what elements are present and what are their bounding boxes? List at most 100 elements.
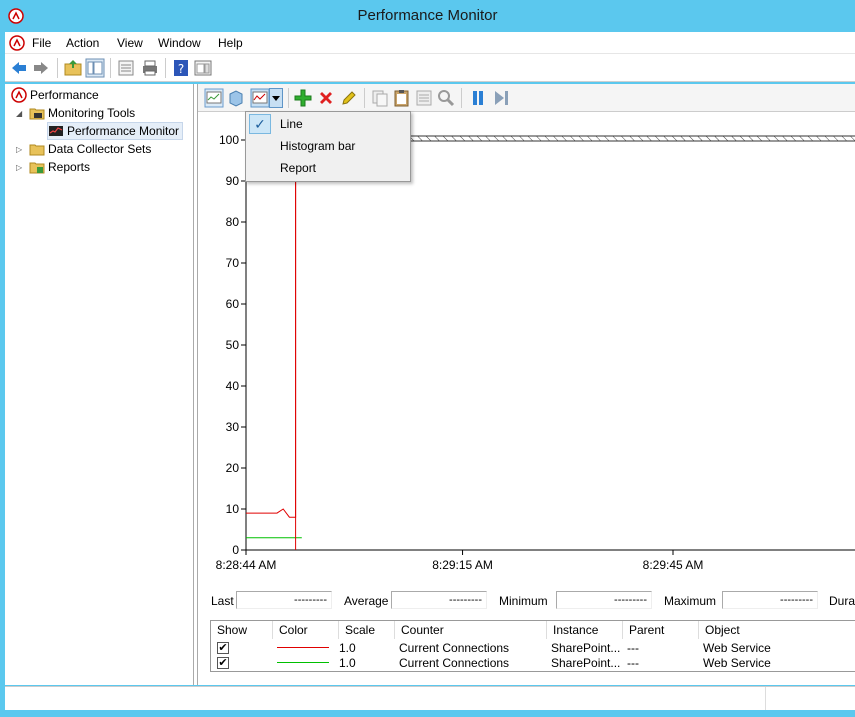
paste-counter-list-icon[interactable] — [392, 88, 412, 108]
folder-icon — [29, 108, 45, 120]
x-tick-label: 8:29:15 AM — [432, 558, 493, 572]
maximum-label: Maximum — [664, 594, 717, 608]
graph-type-menu: ✓ Line Histogram bar Report — [245, 111, 411, 182]
add-counter-plus-icon[interactable] — [293, 88, 313, 108]
menu-item-line[interactable]: ✓ Line — [246, 113, 410, 135]
menu-action[interactable]: Action — [66, 36, 99, 50]
zoom-magnifier-icon[interactable] — [436, 88, 456, 108]
x-tick-label: 8:28:44 AM — [216, 558, 277, 572]
window-title: Performance Monitor — [357, 7, 498, 24]
maximum-value: --------- — [722, 591, 818, 609]
legend-instance: SharePoint... — [551, 656, 621, 670]
legend-instance: SharePoint... — [551, 641, 621, 655]
plot-background — [246, 140, 855, 550]
system-menu-icon[interactable] — [9, 35, 25, 51]
x-tick-label: 8:29:45 AM — [643, 558, 704, 572]
delete-counter-x-icon[interactable] — [316, 88, 336, 108]
show-checkbox[interactable]: ✔ — [217, 642, 229, 654]
y-tick-label: 100 — [219, 133, 239, 147]
last-value: --------- — [236, 591, 332, 609]
show-hide-console-tree-icon[interactable] — [85, 58, 105, 78]
menu-label-line: Line — [280, 117, 303, 131]
print-icon[interactable] — [140, 58, 160, 78]
legend-header-scale[interactable]: Scale — [339, 621, 395, 639]
properties-icon[interactable] — [414, 88, 434, 108]
y-tick-label: 20 — [226, 461, 240, 475]
y-tick-label: 80 — [226, 215, 240, 229]
legend-row[interactable]: ✔ 1.0 Current Connections SharePoint... … — [211, 640, 855, 655]
tree-item-reports[interactable]: Reports — [29, 158, 90, 176]
tree-item-performance[interactable]: Performance — [11, 86, 99, 104]
legend-row[interactable]: ✔ 1.0 Current Connections SharePoint... … — [211, 655, 855, 670]
view-log-data-icon[interactable] — [226, 88, 246, 108]
y-tick-label: 30 — [226, 420, 240, 434]
change-graph-type-icon[interactable] — [250, 88, 270, 108]
tree-label-data-collector-sets: Data Collector Sets — [48, 142, 152, 156]
y-tick-label: 40 — [226, 379, 240, 393]
update-data-step-icon[interactable] — [491, 88, 511, 108]
legend-header-object[interactable]: Object — [699, 621, 855, 639]
y-tick-label: 0 — [232, 543, 239, 557]
legend-counter: Current Connections — [399, 656, 510, 670]
freeze-display-pause-icon[interactable] — [468, 88, 488, 108]
up-folder-icon[interactable] — [63, 58, 83, 78]
svg-text:?: ? — [178, 62, 184, 76]
properties-icon[interactable] — [116, 58, 136, 78]
menu-bar: File Action View Window Help — [5, 32, 855, 54]
view-current-activity-icon[interactable] — [204, 88, 224, 108]
legend-counter: Current Connections — [399, 641, 510, 655]
legend-scale: 1.0 — [339, 641, 356, 655]
content-area: Performance ◢ Monitoring Tools Performan… — [5, 84, 855, 685]
help-icon[interactable]: ? — [171, 58, 191, 78]
show-checkbox[interactable]: ✔ — [217, 657, 229, 669]
back-arrow-icon[interactable] — [9, 58, 29, 78]
menu-window[interactable]: Window — [158, 36, 201, 50]
legend-scale: 1.0 — [339, 656, 356, 670]
expand-monitoring-tools-icon[interactable]: ◢ — [16, 109, 26, 119]
menu-view[interactable]: View — [117, 36, 143, 50]
expand-data-collector-sets-icon[interactable]: ▷ — [16, 145, 26, 155]
legend-header-instance[interactable]: Instance — [547, 621, 623, 639]
show-action-pane-icon[interactable] — [193, 58, 213, 78]
menu-file[interactable]: File — [32, 36, 51, 50]
tree-item-performance-monitor[interactable]: Performance Monitor — [47, 122, 184, 140]
menu-item-report[interactable]: Report — [246, 157, 410, 179]
reports-folder-icon — [29, 162, 45, 174]
legend-parent: --- — [627, 656, 639, 670]
legend-color-swatch — [277, 662, 329, 663]
menu-item-histogram-bar[interactable]: Histogram bar — [246, 135, 410, 157]
minimum-label: Minimum — [499, 594, 548, 608]
legend-object: Web Service — [703, 641, 771, 655]
title-bar[interactable]: Performance Monitor — [0, 0, 855, 32]
tree-item-monitoring-tools[interactable]: Monitoring Tools — [29, 104, 135, 122]
legend-header-parent[interactable]: Parent — [623, 621, 699, 639]
performance-monitor-window: Performance Monitor File Action View Win… — [0, 0, 855, 717]
statistics-bar: Last --------- Average --------- Minimum… — [198, 588, 855, 614]
performance-monitor-icon — [49, 126, 63, 136]
y-tick-label: 50 — [226, 338, 240, 352]
highlight-pencil-icon[interactable] — [339, 88, 359, 108]
legend-header-show[interactable]: Show — [211, 621, 273, 639]
legend-color-swatch — [277, 647, 329, 648]
minimum-value: --------- — [556, 591, 652, 609]
average-label: Average — [344, 594, 389, 608]
menu-help[interactable]: Help — [218, 36, 243, 50]
graph-type-dropdown-chevron-down-icon[interactable] — [269, 88, 283, 108]
tree-label-performance-monitor: Performance Monitor — [67, 124, 180, 138]
performance-graph[interactable]: 0 10 20 30 40 50 60 70 80 90 100 8:28:44 AM 8:29:15 … — [198, 112, 855, 602]
forward-arrow-icon[interactable] — [31, 58, 51, 78]
y-tick-label: 70 — [226, 256, 240, 270]
legend-header-color[interactable]: Color — [273, 621, 339, 639]
graph-toolbar — [198, 84, 855, 112]
y-tick-label: 10 — [226, 502, 240, 516]
copy-properties-icon[interactable] — [370, 88, 390, 108]
y-tick-label: 90 — [226, 174, 240, 188]
expand-reports-icon[interactable]: ▷ — [16, 163, 26, 173]
legend-header-counter[interactable]: Counter — [395, 621, 547, 639]
average-value: --------- — [391, 591, 487, 609]
counter-legend: Show Color Scale Counter Instance Parent… — [210, 620, 855, 672]
tree-label-reports: Reports — [48, 160, 91, 174]
legend-object: Web Service — [703, 656, 771, 670]
tree-item-data-collector-sets[interactable]: Data Collector Sets — [29, 140, 151, 158]
main-toolbar: ? — [5, 54, 855, 82]
